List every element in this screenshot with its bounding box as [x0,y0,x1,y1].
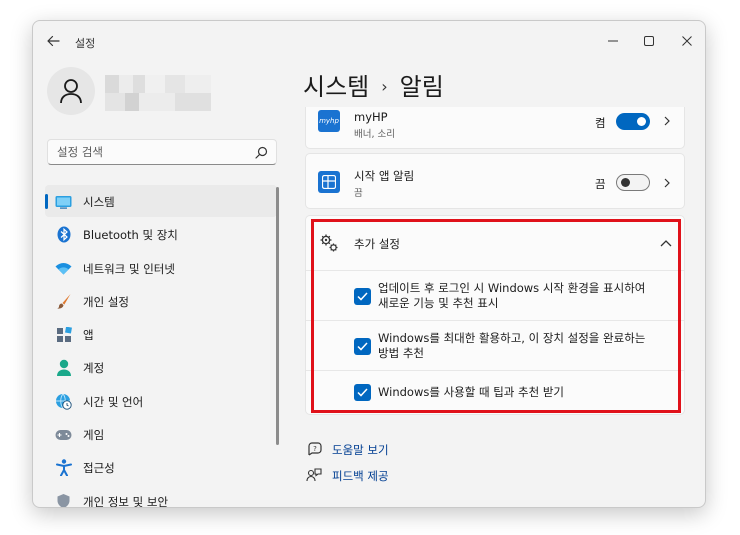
apps-icon [55,326,72,343]
toggle-knob [637,117,646,126]
myhp-notifications-toggle[interactable] [616,113,650,130]
bluetooth-icon [55,226,72,243]
breadcrumb-separator: › [381,77,388,96]
back-arrow-icon[interactable] [45,33,61,49]
sidebar-item-bluetooth[interactable]: Bluetooth 및 장치 [45,218,277,250]
search-input[interactable] [48,140,276,164]
user-name-redacted [105,75,211,111]
startup-experience-checkbox[interactable] [354,288,371,305]
app-subtitle: 배너, 소리 [354,129,395,140]
title-bar: 설정 [33,21,705,61]
wifi-icon [55,260,72,277]
chevron-right-icon[interactable] [662,116,672,126]
option-row: 업데이트 후 로그인 시 Windows 시작 환경을 표시하여 새로운 기능 … [306,270,684,320]
sidebar-item-label: 시간 및 언어 [83,394,144,409]
toggle-state-label: 끔 [595,177,606,191]
chevron-up-icon[interactable] [660,238,672,248]
feedback-icon [305,467,323,485]
sidebar-item-apps[interactable]: 앱 [45,318,277,350]
sidebar-item-label: 계정 [83,361,105,376]
option-row: Windows를 사용할 때 팁과 추천 받기 [306,370,684,415]
option-label: 업데이트 후 로그인 시 Windows 시작 환경을 표시하여 새로운 기능 … [378,281,646,310]
additional-settings-title: 추가 설정 [354,237,400,251]
accessibility-icon [55,459,72,477]
sidebar-item-accounts[interactable]: 계정 [45,351,277,383]
sidebar-item-time-language[interactable]: 시간 및 언어 [45,385,277,417]
sidebar-item-accessibility[interactable]: 접근성 [45,451,277,483]
sidebar-item-gaming[interactable]: 게임 [45,418,277,450]
sidebar-item-label: Bluetooth 및 장치 [83,228,178,243]
additional-settings-header[interactable]: 추가 설정 [306,216,684,270]
feedback-link-text[interactable]: 피드백 제공 [332,468,389,484]
breadcrumb-current: 알림 [399,73,444,101]
option-label: Windows를 최대한 활용하고, 이 장치 설정을 완료하는 방법 추천 [378,331,646,360]
close-button[interactable] [673,29,701,53]
sidebar-item-label: 시스템 [83,195,115,209]
person-icon [55,359,72,377]
maximize-button[interactable] [635,29,663,53]
help-link-text[interactable]: 도움말 보기 [332,442,389,458]
sidebar-item-label: 앱 [83,328,94,343]
additional-settings-card: 추가 설정 업데이트 후 로그인 시 Windows 시작 환경을 표시하여 새… [305,215,685,415]
help-icon: ? [305,441,323,459]
gamepad-icon [55,426,72,443]
person-icon [60,79,82,104]
checkmark-icon [357,292,368,301]
search-icon[interactable] [255,146,268,159]
sidebar-item-network[interactable]: 네트워크 및 인터넷 [45,252,277,284]
checkmark-icon [357,342,368,351]
myhp-app-icon: myhp [318,110,340,132]
toggle-state-label: 켬 [595,116,606,130]
option-label: Windows를 사용할 때 팁과 추천 받기 [378,385,564,399]
app-notification-myhp[interactable]: myhp myHP 배너, 소리 켬 [305,107,685,149]
shield-icon [55,493,72,507]
close-icon [682,36,692,46]
app-subtitle: 끔 [354,188,363,199]
globe-clock-icon [55,393,72,410]
maximize-icon [644,36,654,46]
startup-app-icon [318,171,340,193]
app-notification-startup[interactable]: 시작 앱 알림 끔 끔 [305,153,685,209]
brush-icon [55,293,72,310]
search-box[interactable] [47,139,277,165]
app-name: myHP [354,110,388,124]
setup-suggestions-checkbox[interactable] [354,338,371,355]
svg-text:?: ? [313,445,317,453]
startup-notifications-toggle[interactable] [616,174,650,191]
sidebar-item-personalization[interactable]: 개인 설정 [45,285,277,317]
checkmark-icon [357,388,368,397]
tips-checkbox[interactable] [354,384,371,401]
sidebar-item-label: 네트워크 및 인터넷 [83,261,175,276]
sidebar-item-privacy[interactable]: 개인 정보 및 보안 [45,485,277,508]
sidebar-scrollbar[interactable] [276,187,279,445]
monitor-icon [55,193,72,210]
sidebar-item-system[interactable]: 시스템 [45,185,277,217]
help-link[interactable]: ? 도움말 보기 [305,441,389,459]
feedback-link[interactable]: 피드백 제공 [305,467,389,485]
sidebar-item-label: 개인 정보 및 보안 [83,494,169,508]
minimize-button[interactable] [599,29,627,53]
minimize-icon [608,40,618,42]
app-title: 설정 [75,37,96,50]
avatar[interactable] [47,67,95,115]
page-title: 시스템 › 알림 [303,67,444,102]
toggle-knob [621,178,630,187]
sidebar-item-label: 접근성 [83,461,115,476]
sidebar-nav: 시스템 Bluetooth 및 장치 네트워크 및 인터넷 개인 설정 앱 계정… [45,185,279,508]
settings-window: 설정 시스템 [32,20,706,508]
app-name: 시작 앱 알림 [354,169,415,183]
chevron-right-icon[interactable] [662,178,672,188]
gears-icon [320,234,338,252]
sidebar-item-label: 개인 설정 [83,294,129,309]
option-row: Windows를 최대한 활용하고, 이 장치 설정을 완료하는 방법 추천 [306,320,684,370]
breadcrumb-parent[interactable]: 시스템 [303,73,369,101]
sidebar-item-label: 게임 [83,428,105,443]
